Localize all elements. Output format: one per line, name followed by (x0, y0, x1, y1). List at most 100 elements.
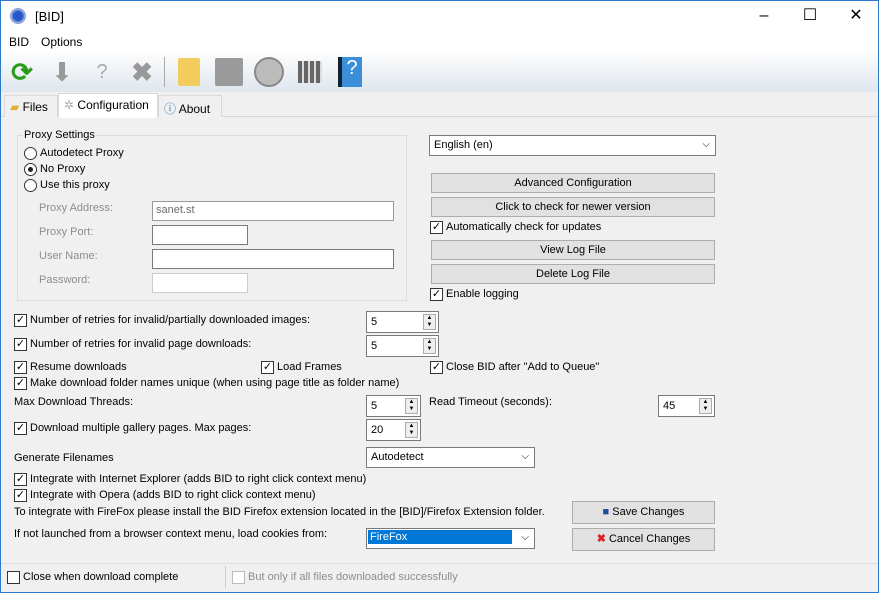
select-value: Autodetect (371, 451, 424, 463)
opera-integration-checkbox[interactable]: ✓ (14, 489, 27, 502)
spinner-value: 5 (371, 340, 377, 352)
close-bid-label: Close BID after "Add to Queue" (446, 361, 599, 373)
spinner-arrows-icon[interactable]: ▲▼ (405, 398, 418, 414)
spinner-value: 5 (371, 400, 377, 412)
chevron-down-icon: ⌵ (521, 532, 529, 543)
proxy-address-label: Proxy Address: (39, 202, 113, 214)
close-bid-checkbox[interactable]: ✓ (430, 361, 443, 374)
password-label: Password: (39, 274, 90, 286)
generate-filenames-select[interactable]: Autodetect⌵ (366, 447, 535, 468)
timeout-label: Read Timeout (seconds): (429, 396, 552, 408)
settings-disc-icon[interactable] (254, 57, 284, 87)
resume-label: Resume downloads (30, 361, 127, 373)
retries-pages-spinner[interactable]: 5 ▲▼ (366, 335, 439, 357)
cookies-select[interactable]: FireFox⌵ (366, 528, 535, 549)
opera-integration-label: Integrate with Opera (adds BID to right … (30, 489, 316, 501)
retries-pages-label: Number of retries for invalid page downl… (30, 338, 251, 350)
retries-images-label: Number of retries for invalid/partially … (30, 314, 310, 326)
tab-about[interactable]: ⓘ About (158, 95, 222, 117)
generate-filenames-label: Generate Filenames (14, 452, 114, 464)
close-when-done-label: Close when download complete (23, 571, 178, 583)
tab-files[interactable]: ▰ Files (4, 95, 58, 117)
resume-checkbox[interactable]: ✓ (14, 361, 27, 374)
check-updates-button[interactable]: Click to check for newer version (431, 197, 715, 217)
spinner-arrows-icon[interactable]: ▲▼ (423, 314, 436, 330)
use-proxy-radio[interactable] (24, 179, 37, 192)
minimize-button[interactable]: – (741, 1, 787, 32)
enable-logging-checkbox[interactable]: ✓ (430, 288, 443, 301)
proxy-port-input[interactable] (152, 225, 248, 245)
cookies-label: If not launched from a browser context m… (14, 528, 327, 540)
spinner-arrows-icon[interactable]: ▲▼ (699, 398, 712, 414)
tab-configuration[interactable]: ✲ Configuration (58, 93, 158, 118)
max-pages-spinner[interactable]: 20 ▲▼ (366, 419, 421, 441)
threads-spinner[interactable]: 5 ▲▼ (366, 395, 421, 417)
user-name-input[interactable] (152, 249, 394, 269)
multi-pages-checkbox[interactable]: ✓ (14, 422, 27, 435)
cancel-icon: ✖ (597, 533, 606, 545)
multi-pages-label: Download multiple gallery pages. Max pag… (30, 422, 251, 434)
window-title: [BID] (35, 9, 64, 24)
help-book-icon[interactable]: ? (338, 57, 362, 87)
grid-icon[interactable] (298, 61, 322, 83)
toolbar: ⟳ ⬇ ? ✖ ? (1, 52, 878, 92)
menu-options[interactable]: Options (41, 35, 82, 49)
only-if-success-checkbox[interactable] (232, 571, 245, 584)
download-icon[interactable]: ⬇ (46, 56, 78, 88)
radio-label: Autodetect Proxy (40, 147, 124, 159)
tab-label: Configuration (77, 98, 148, 112)
status-divider (225, 566, 226, 588)
close-when-done-checkbox[interactable] (7, 571, 20, 584)
close-button[interactable]: ✕ (833, 1, 879, 32)
threads-label: Max Download Threads: (14, 396, 133, 408)
view-log-button[interactable]: View Log File (431, 240, 715, 260)
title-bar: [BID] – ☐ ✕ (1, 1, 878, 32)
chevron-down-icon: ⌵ (702, 139, 710, 150)
advanced-configuration-button[interactable]: Advanced Configuration (431, 173, 715, 193)
no-proxy-radio[interactable] (24, 163, 37, 176)
radio-label: Use this proxy (40, 179, 110, 191)
tab-label: Files (23, 100, 48, 114)
button-label: Save Changes (612, 506, 684, 518)
delete-log-button[interactable]: Delete Log File (431, 264, 715, 284)
only-if-success-label: But only if all files downloaded success… (248, 571, 458, 583)
proxy-address-input[interactable]: sanet.st (152, 201, 394, 221)
spinner-arrows-icon[interactable]: ▲▼ (405, 422, 418, 438)
menu-bid[interactable]: BID (9, 35, 29, 49)
spinner-value: 20 (371, 424, 383, 436)
load-frames-checkbox[interactable]: ✓ (261, 361, 274, 374)
retries-images-spinner[interactable]: 5 ▲▼ (366, 311, 439, 333)
save-icon[interactable] (215, 58, 243, 86)
tab-label: About (179, 102, 210, 116)
spinner-arrows-icon[interactable]: ▲▼ (423, 338, 436, 354)
retries-pages-checkbox[interactable]: ✓ (14, 338, 27, 351)
unique-folders-checkbox[interactable]: ✓ (14, 377, 27, 390)
refresh-icon[interactable]: ⟳ (6, 56, 38, 88)
delete-icon[interactable]: ✖ (126, 56, 158, 88)
radio-label: No Proxy (40, 163, 85, 175)
save-icon: ■ (603, 506, 610, 518)
user-name-label: User Name: (39, 250, 98, 262)
status-bar: Close when download complete But only if… (1, 563, 878, 592)
save-changes-button[interactable]: ■ Save Changes (572, 501, 715, 524)
button-label: Cancel Changes (609, 533, 690, 545)
password-input[interactable] (152, 273, 248, 293)
maximize-button[interactable]: ☐ (787, 1, 833, 32)
auto-update-checkbox[interactable]: ✓ (430, 221, 443, 234)
language-select[interactable]: English (en) ⌵ (429, 135, 716, 156)
ie-integration-checkbox[interactable]: ✓ (14, 473, 27, 486)
toolbar-separator (164, 57, 165, 87)
cancel-changes-button[interactable]: ✖ Cancel Changes (572, 528, 715, 551)
spinner-value: 45 (663, 400, 675, 412)
proxy-settings-label: Proxy Settings (23, 129, 96, 141)
folder-icon[interactable] (178, 58, 200, 86)
retries-images-checkbox[interactable]: ✓ (14, 314, 27, 327)
help-disk-icon[interactable]: ? (86, 56, 118, 88)
app-icon (10, 8, 26, 24)
language-value: English (en) (434, 139, 493, 151)
load-frames-label: Load Frames (277, 361, 342, 373)
proxy-port-label: Proxy Port: (39, 226, 93, 238)
timeout-spinner[interactable]: 45 ▲▼ (658, 395, 715, 417)
autodetect-proxy-radio[interactable] (24, 147, 37, 160)
spinner-value: 5 (371, 316, 377, 328)
